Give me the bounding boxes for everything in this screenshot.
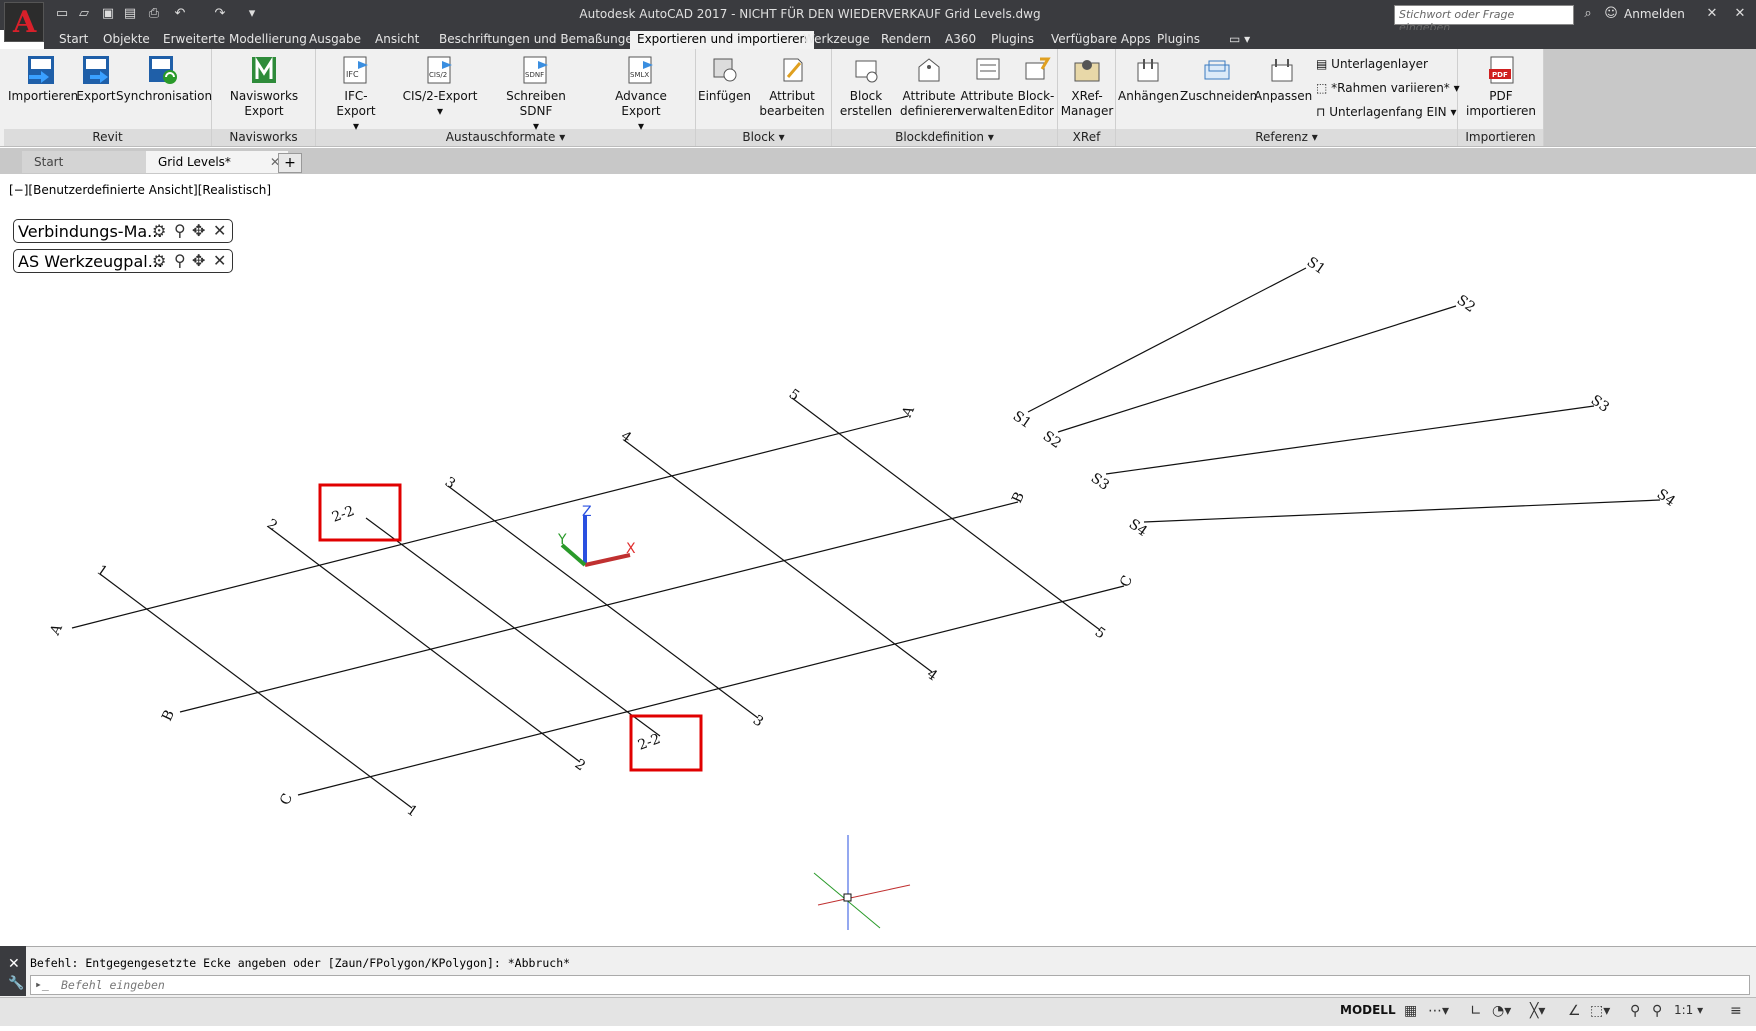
object-snap-tracking-icon[interactable]: ∠ (1568, 1003, 1581, 1019)
grid-line-a[interactable] (71, 415, 909, 629)
grid-display-icon[interactable]: ▦ (1404, 1003, 1417, 1019)
grid-line-s3[interactable] (1105, 405, 1595, 475)
grid-label-2-end: 2 (572, 756, 588, 774)
command-input[interactable]: ▸_ Befehl eingeben (30, 975, 1750, 995)
grid-label-s4-end: S4 (1654, 486, 1678, 510)
wrench-icon[interactable]: 🔧 (8, 976, 24, 991)
command-line-handle[interactable]: ✕ 🔧 (0, 946, 26, 996)
ucs-axis-icon: Z X Y (557, 504, 636, 567)
grid-label-4-end: 4 (924, 666, 941, 684)
grid-label-3-end: 3 (750, 712, 766, 730)
grid-label-s1-start: S1 (1010, 408, 1034, 432)
ucs-x-label: X (626, 541, 636, 557)
crosshair-cursor (813, 835, 911, 930)
object-snap-icon[interactable]: ⬚▾ (1590, 1003, 1610, 1019)
grid-label-s1-end: S1 (1304, 254, 1328, 278)
ortho-mode-icon[interactable]: ∟ (1470, 1003, 1482, 1019)
grid-label-s3-end: S3 (1588, 392, 1612, 416)
auto-scale-icon[interactable]: ⚲ (1652, 1003, 1662, 1019)
isodraft-icon[interactable]: ╳▾ (1530, 1003, 1545, 1019)
grid-label-2-start: 2 (264, 516, 280, 534)
command-prompt-icon: ▸_ (35, 977, 49, 991)
polar-tracking-icon[interactable]: ◔▾ (1492, 1003, 1511, 1019)
annotation-scale-dropdown[interactable]: 1:1 ▾ (1674, 1003, 1703, 1017)
grid-label-a-start: A (47, 621, 67, 639)
snap-mode-icon[interactable]: ⋯▾ (1428, 1003, 1449, 1019)
grid-label-s2-end: S2 (1454, 292, 1478, 316)
grid-label-1-start: 1 (94, 562, 110, 580)
grid-line-s2[interactable] (1057, 305, 1457, 433)
drawing-canvas: A A B B C C 1 1 2 2 2-2 2-2 3 3 4 4 5 5 … (47, 254, 1678, 930)
grid-label-3-start: 3 (442, 474, 458, 492)
grid-line-4[interactable] (623, 439, 933, 673)
grid-line-1[interactable] (99, 573, 413, 809)
grid-label-4-start: 4 (618, 428, 635, 446)
grid-line-s1[interactable] (1027, 267, 1307, 413)
grid-label-b-start: B (159, 708, 178, 724)
grid-label-5-end: 5 (1092, 624, 1108, 642)
grid-label-s4-start: S4 (1126, 516, 1150, 540)
command-history: Befehl: Entgegengesetzte Ecke angeben od… (30, 956, 571, 970)
close-icon[interactable]: ✕ (8, 956, 20, 972)
customization-icon[interactable]: ≡ (1730, 1003, 1742, 1019)
grid-label-c-start: C (277, 791, 296, 807)
grid-line-2[interactable] (269, 527, 581, 763)
command-input-placeholder: Befehl eingeben (61, 978, 165, 992)
model-space-button[interactable]: MODELL (1340, 1003, 1396, 1017)
grid-line-2-2[interactable] (365, 517, 661, 737)
grid-line-c[interactable] (297, 585, 1125, 796)
ucs-z-label: Z (582, 504, 592, 520)
ucs-y-label: Y (557, 532, 567, 548)
grid-line-3[interactable] (447, 485, 759, 719)
grid-line-s4[interactable] (1143, 499, 1661, 523)
grid-label-2-2-start: 2-2 (330, 503, 357, 526)
grid-label-5-start: 5 (786, 386, 802, 404)
grid-line-b[interactable] (179, 501, 1019, 713)
annotation-visibility-icon[interactable]: ⚲ (1630, 1003, 1640, 1019)
grid-label-1-end: 1 (404, 802, 420, 820)
